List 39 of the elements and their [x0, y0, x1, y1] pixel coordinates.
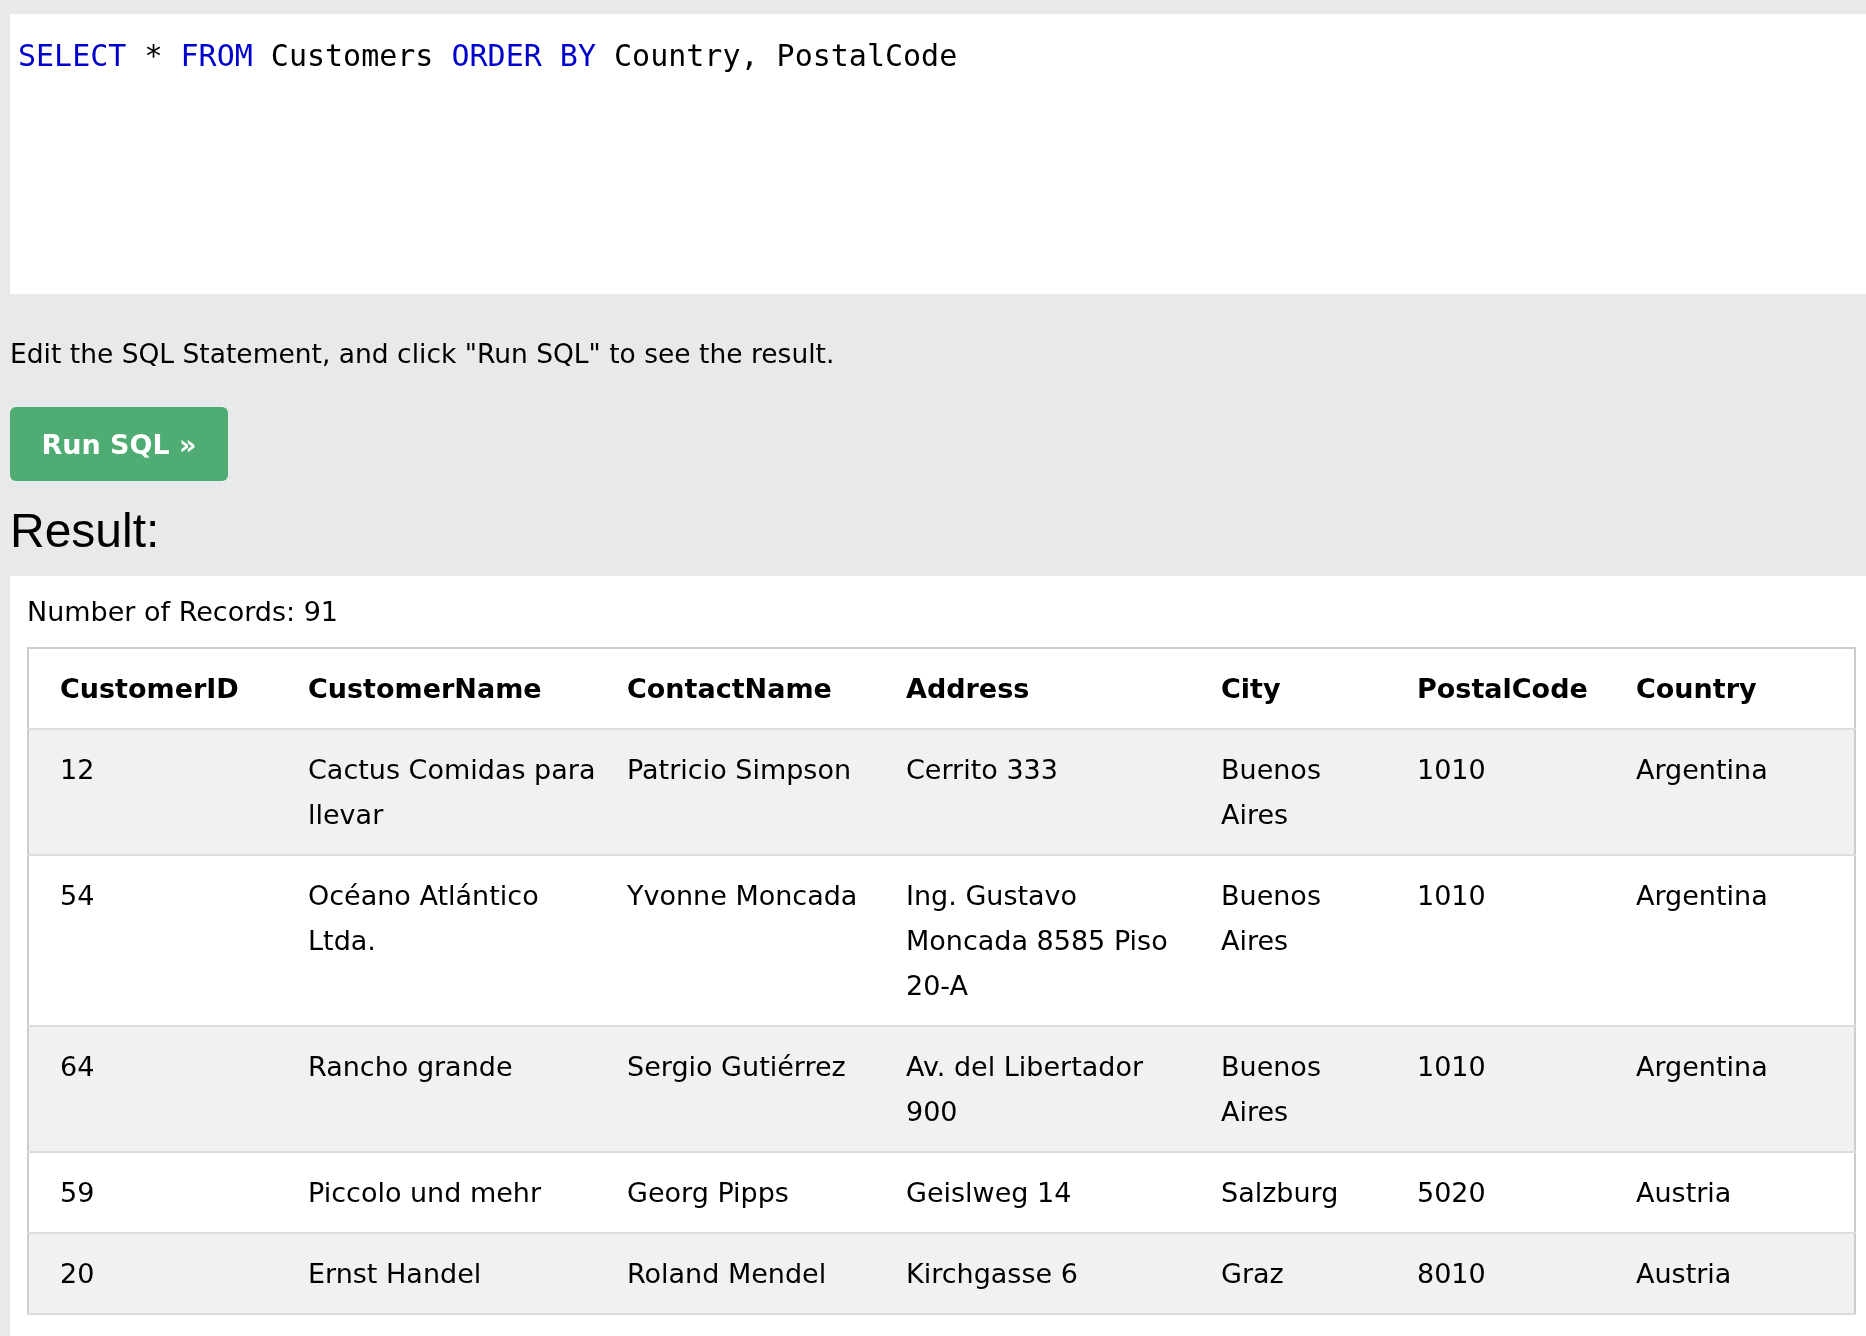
table-cell: 5020	[1405, 1152, 1624, 1233]
table-cell: 64	[28, 1026, 296, 1152]
table-cell: Av. del Libertador 900	[894, 1026, 1209, 1152]
table-cell: Argentina	[1624, 729, 1855, 855]
result-heading: Result:	[10, 503, 161, 558]
sql-editor[interactable]: SELECT * FROM Customers ORDER BY Country, PostalCode	[10, 14, 1866, 294]
table-cell: Geislweg 14	[894, 1152, 1209, 1233]
table-cell: Ing. Gustavo Moncada 8585 Piso 20-A	[894, 855, 1209, 1026]
table-cell: Graz	[1209, 1233, 1405, 1314]
table-cell: 54	[28, 855, 296, 1026]
table-cell: Austria	[1624, 1152, 1855, 1233]
table-cell: Rancho grande	[296, 1026, 615, 1152]
table-cell: Kirchgasse 6	[894, 1233, 1209, 1314]
table-cell: Argentina	[1624, 1026, 1855, 1152]
instruction-text: Edit the SQL Statement, and click "Run SQL" to see the result.	[10, 338, 836, 369]
table-cell: Argentina	[1624, 855, 1855, 1026]
table-cell: Patricio Simpson	[615, 729, 894, 855]
table-cell: Austria	[1624, 1233, 1855, 1314]
table-cell: Océano Atlántico Ltda.	[296, 855, 615, 1026]
table-cell: Georg Pipps	[615, 1152, 894, 1233]
table-cell: Roland Mendel	[615, 1233, 894, 1314]
table-cell: Buenos Aires	[1209, 729, 1405, 855]
table-cell: Cactus Comidas para llevar	[296, 729, 615, 855]
table-cell: 1010	[1405, 1026, 1624, 1152]
table-cell: Yvonne Moncada	[615, 855, 894, 1026]
record-count: Number of Records: 91	[27, 596, 340, 627]
table-cell: Cerrito 333	[894, 729, 1209, 855]
table-cell: 59	[28, 1152, 296, 1233]
table-cell: 12	[28, 729, 296, 855]
table-cell: Ernst Handel	[296, 1233, 615, 1314]
table-cell: Sergio Gutiérrez	[615, 1026, 894, 1152]
table-cell: Buenos Aires	[1209, 855, 1405, 1026]
table-cell: 20	[28, 1233, 296, 1314]
table-cell: Piccolo und mehr	[296, 1152, 615, 1233]
table-cell: 1010	[1405, 729, 1624, 855]
table-cell: 8010	[1405, 1233, 1624, 1314]
table-cell: 1010	[1405, 855, 1624, 1026]
table-cell: Salzburg	[1209, 1152, 1405, 1233]
table-cell: Buenos Aires	[1209, 1026, 1405, 1152]
